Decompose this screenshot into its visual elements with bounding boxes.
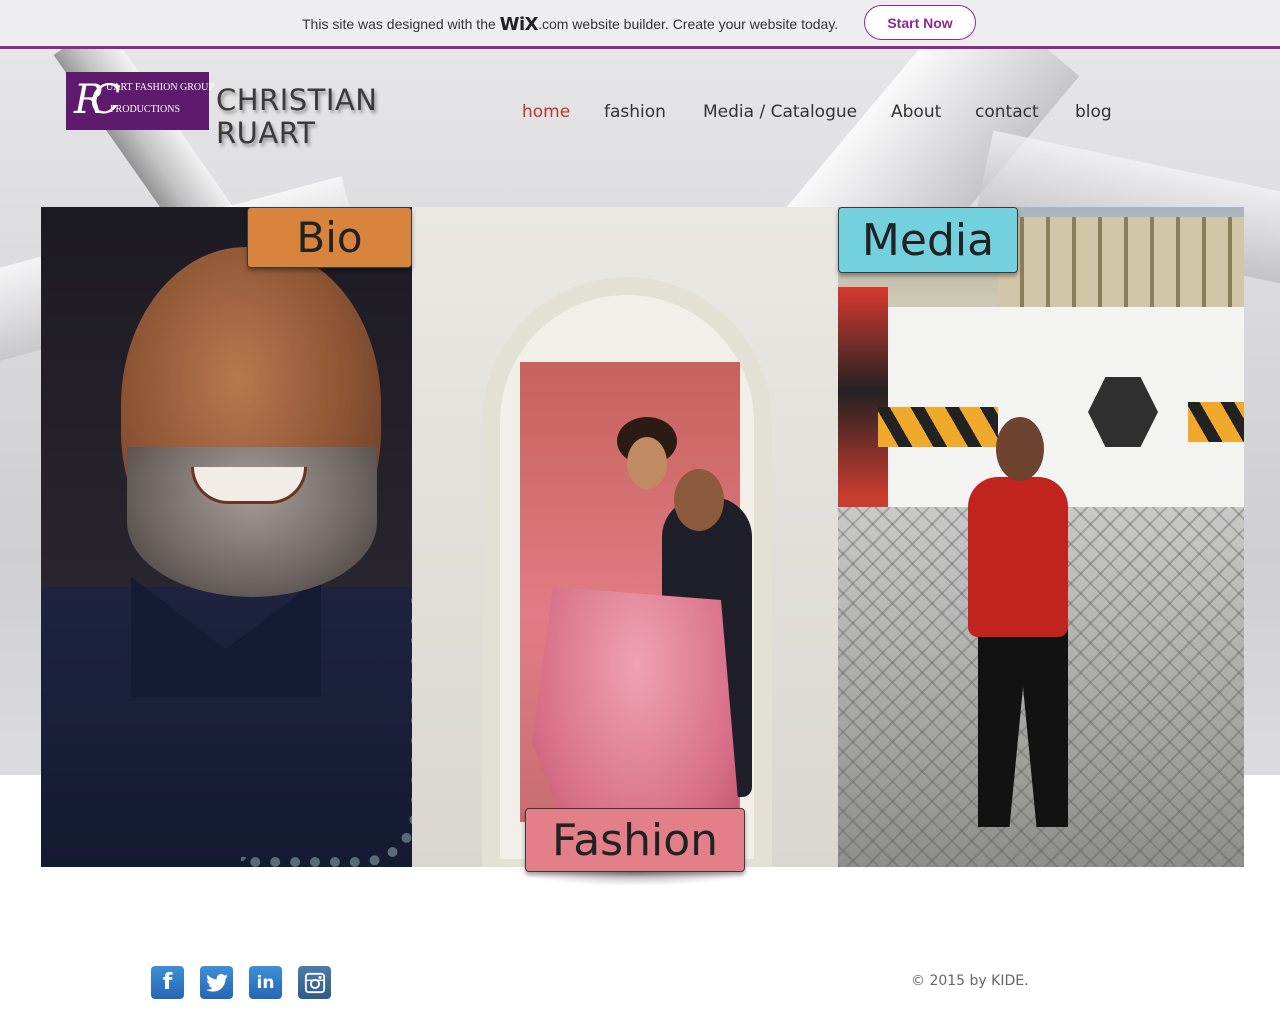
wix-logo-suffix: .com (538, 16, 569, 32)
media-photo-person-face (996, 417, 1044, 481)
instagram-camera-glyph (304, 972, 325, 993)
start-now-button[interactable]: Start Now (864, 5, 976, 40)
fashion-photo-man-face (674, 469, 724, 531)
fashion-label-button[interactable]: Fashion (525, 808, 745, 872)
fashion-label-shadow (520, 872, 750, 886)
nav-item-blog[interactable]: blog (1075, 102, 1112, 122)
nav-item-about[interactable]: About (891, 102, 941, 122)
main-nav: home fashion Media / Catalogue About con… (0, 102, 1280, 126)
media-photo-person-legs (978, 627, 1068, 827)
fashion-photo-woman-face (627, 437, 667, 489)
media-photo[interactable] (838, 207, 1244, 867)
media-photo-person (958, 407, 1078, 827)
nav-item-media-catalogue[interactable]: Media / Catalogue (703, 102, 857, 122)
media-photo-person-torso (968, 477, 1068, 637)
twitter-bird-glyph (205, 973, 228, 992)
twitter-icon[interactable] (200, 966, 233, 999)
wix-promo-text: This site was designed with the WiX.com … (302, 13, 839, 35)
copyright-text: © 2015 by KIDE. (911, 973, 1029, 989)
nav-item-fashion[interactable]: fashion (604, 102, 666, 122)
fashion-photo[interactable] (412, 207, 838, 867)
nav-item-contact[interactable]: contact (975, 102, 1039, 122)
wix-promo-banner: This site was designed with the WiX.com … (0, 0, 1280, 49)
facebook-icon[interactable]: f (151, 966, 184, 999)
bio-label-button[interactable]: Bio (247, 207, 412, 268)
media-photo-building (998, 217, 1244, 307)
instagram-icon[interactable] (298, 966, 331, 999)
media-photo-chevrons-right (1188, 402, 1244, 442)
logo-line-1: UART FASHION GROUP (106, 82, 214, 93)
bio-photo-necklace (241, 597, 412, 867)
media-label-button[interactable]: Media (838, 207, 1018, 273)
bio-photo[interactable] (41, 207, 412, 867)
nav-item-home[interactable]: home (522, 102, 570, 122)
linkedin-icon[interactable]: in (249, 966, 282, 999)
wix-text-after: website builder. Create your website tod… (572, 16, 839, 32)
wix-logo: WiX (499, 14, 539, 35)
wix-text-before: This site was designed with the (302, 16, 496, 32)
